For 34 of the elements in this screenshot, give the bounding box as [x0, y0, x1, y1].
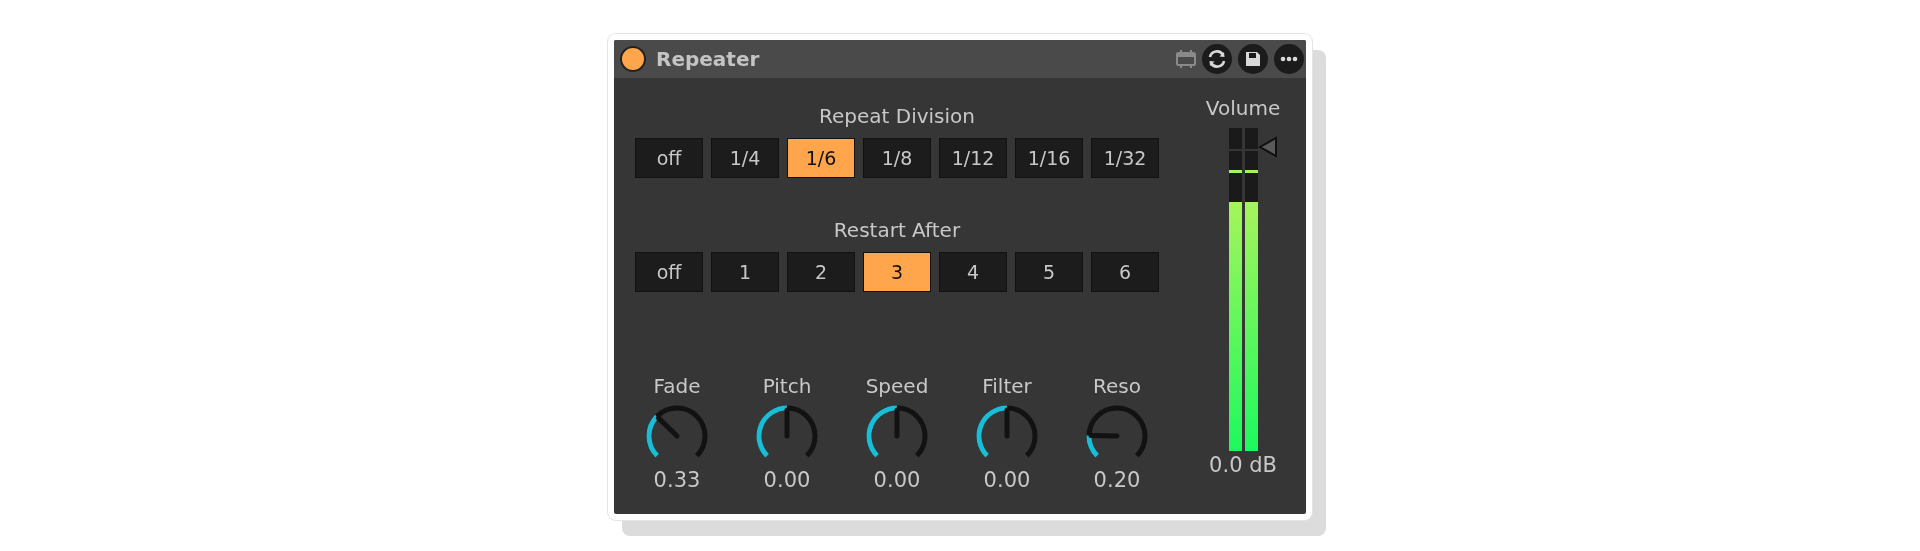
option-button[interactable]: 1/12	[939, 138, 1007, 178]
option-button[interactable]: 1/16	[1015, 138, 1083, 178]
option-button[interactable]: 1/32	[1091, 138, 1159, 178]
option-button[interactable]: 5	[1015, 252, 1083, 292]
knob-value: 0.00	[763, 468, 811, 492]
option-button[interactable]: 1	[711, 252, 779, 292]
knob-label: Fade	[653, 374, 701, 398]
knob-label: Filter	[982, 374, 1032, 398]
knob-label: Pitch	[762, 374, 812, 398]
power-toggle[interactable]	[620, 46, 646, 72]
more-icon[interactable]	[1274, 44, 1304, 74]
option-button[interactable]: 3	[863, 252, 931, 292]
device-title: Repeater	[656, 47, 761, 71]
section-label: Repeat Division	[819, 104, 975, 128]
save-icon[interactable]	[1238, 44, 1268, 74]
option-button[interactable]: 1/6	[787, 138, 855, 178]
option-button[interactable]: 2	[787, 252, 855, 292]
knob-value: 0.00	[983, 468, 1031, 492]
refresh-icon[interactable]	[1202, 44, 1232, 74]
option-button[interactable]: 1/4	[711, 138, 779, 178]
option-button[interactable]: off	[635, 138, 703, 178]
option-button[interactable]: 4	[939, 252, 1007, 292]
knob-value: 0.33	[653, 468, 701, 492]
option-button[interactable]: 6	[1091, 252, 1159, 292]
knob-label: Reso	[1093, 374, 1141, 398]
knob-value: 0.00	[873, 468, 921, 492]
knob-label: Speed	[865, 374, 929, 398]
section-label: Restart After	[833, 218, 961, 242]
calendar-icon[interactable]	[1176, 50, 1196, 68]
option-button[interactable]: off	[635, 252, 703, 292]
volume-reading: 0.0 dB	[1209, 453, 1277, 477]
knob-value: 0.20	[1093, 468, 1141, 492]
volume-label: Volume	[1205, 96, 1281, 120]
option-button[interactable]: 1/8	[863, 138, 931, 178]
